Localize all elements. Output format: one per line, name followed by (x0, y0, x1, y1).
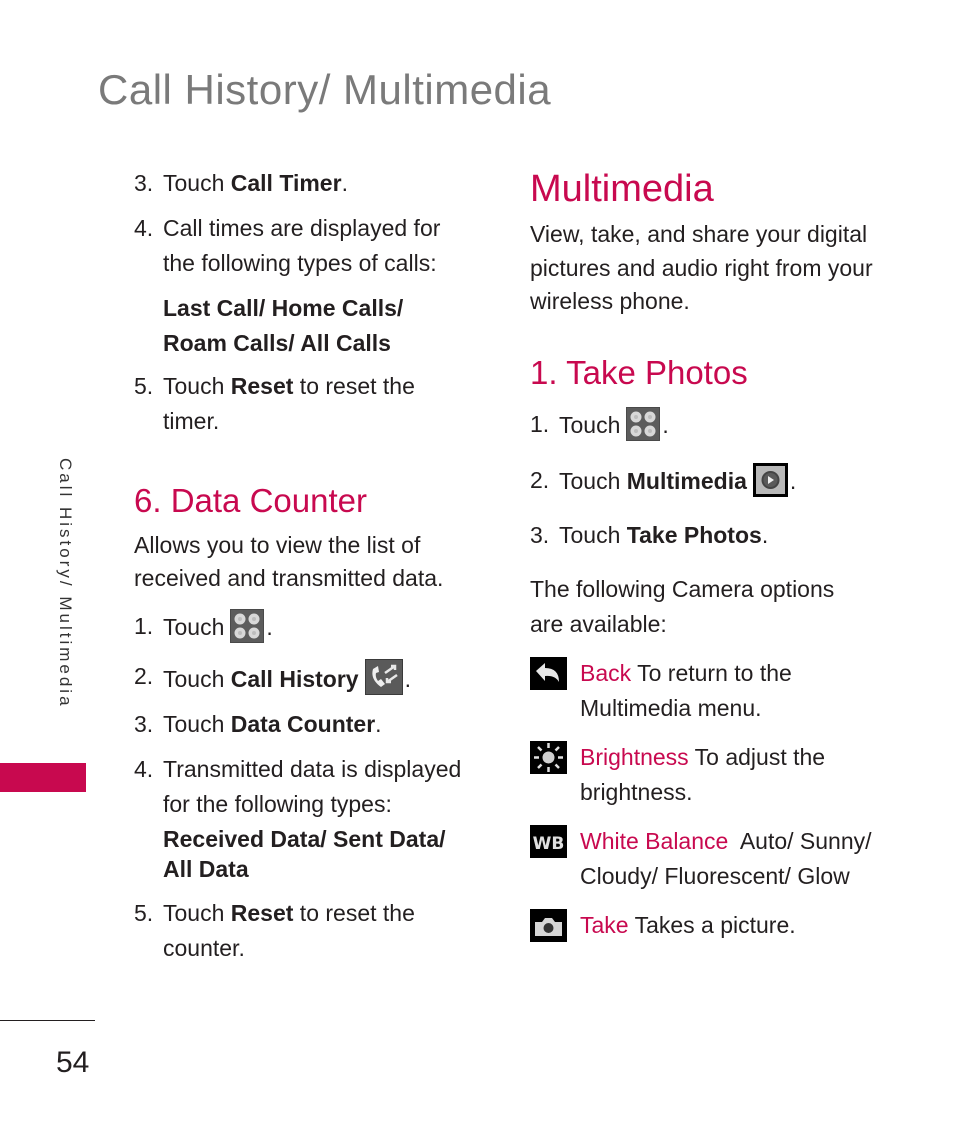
side-tab-marker (0, 763, 86, 792)
page-title: Call History/ Multimedia (98, 66, 552, 113)
section-heading-multimedia: Multimedia (530, 168, 714, 210)
step-touch-take-photos: 3. Touch Take Photos. (530, 521, 769, 548)
step-touch-call-history: 2. Touch Call History. (134, 659, 474, 697)
step-reset-timer: 5. Touch Reset to reset the timer. (134, 373, 415, 434)
menu-grid-icon (230, 609, 265, 643)
section-heading-data-counter: 6. Data Counter (134, 482, 367, 519)
step-transmitted-data: 4. Transmitted data is displayed for the… (134, 756, 462, 817)
page-number: 54 (56, 1046, 90, 1079)
back-arrow-icon (530, 656, 567, 690)
right-column: Multimedia View, take, and share your di… (530, 166, 880, 943)
data-counter-intro: Allows you to view the list of received … (134, 532, 444, 591)
footer-divider (0, 1020, 95, 1021)
call-history-icon (364, 659, 403, 695)
step-touch-menu-photos: 1. Touch. (530, 406, 880, 443)
step-reset-counter: 5. Touch Reset to reset the counter. (134, 900, 415, 961)
step-touch-multimedia: 2. Touch Multimedia. (530, 462, 880, 499)
camera-option-take: Take Takes a picture. (530, 908, 880, 943)
call-type-list: Last Call/ Home Calls/ Roam Calls/ All C… (163, 295, 404, 356)
camera-option-white-balance: WB White Balance Auto/ Sunny/ Cloudy/ Fl… (530, 824, 880, 894)
camera-icon (530, 908, 567, 942)
call-timer-term: Call Timer (230, 170, 342, 196)
camera-options-intro: The following Camera options are availab… (530, 575, 835, 637)
side-tab-label: Call History/ Multimedia (56, 458, 75, 709)
data-type-list: Received Data/ Sent Data/ All Data (163, 826, 446, 882)
step-call-times: 4. Call times are displayed for the foll… (134, 215, 441, 276)
brightness-icon (530, 740, 567, 774)
section-heading-take-photos: 1. Take Photos (530, 353, 748, 391)
camera-option-back: Back To return to the Multimedia menu. (530, 656, 880, 726)
multimedia-icon (752, 462, 788, 497)
svg-text:WB: WB (533, 834, 565, 854)
multimedia-intro: View, take, and share your digital pictu… (530, 221, 873, 314)
camera-option-brightness: Brightness To adjust the brightness. (530, 740, 880, 810)
white-balance-icon: WB (530, 824, 567, 858)
left-column: 3. Touch Call Timer. 4. Call times are d… (134, 166, 474, 966)
step-touch-data-counter: 3. Touch Data Counter. (134, 711, 382, 737)
menu-grid-icon (626, 406, 661, 441)
step-touch-menu: 1. Touch. (134, 609, 474, 645)
step-call-timer: 3. Touch Call Timer. (134, 170, 348, 196)
